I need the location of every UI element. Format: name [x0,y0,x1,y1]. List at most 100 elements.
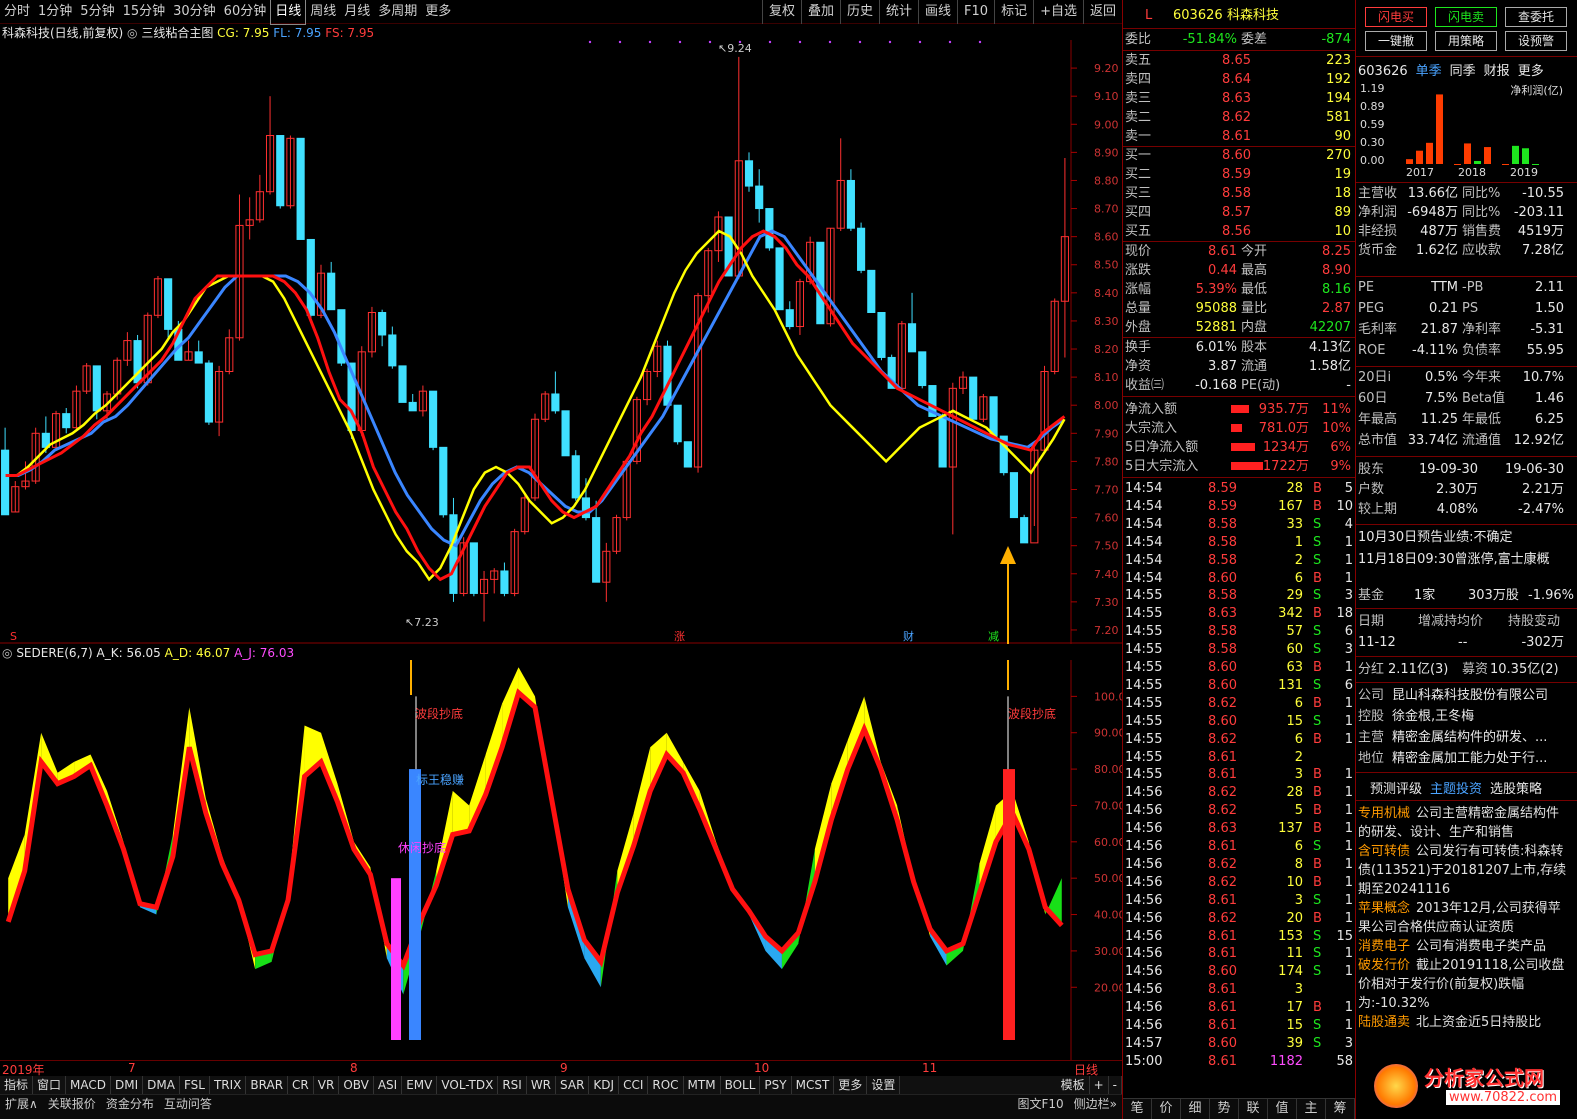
indicator-tab[interactable]: OBV [339,1076,374,1094]
quote-tab[interactable]: 笔 [1123,1099,1152,1119]
indicator-tab[interactable]: DMI [111,1076,144,1094]
signal-dot [948,40,952,44]
theme-tag[interactable]: 专用机械 [1358,806,1410,821]
quote-tab[interactable]: 主 [1297,1099,1326,1119]
template-icon[interactable]: ◎ [127,26,137,40]
toolbar-button[interactable]: 统计 [879,0,918,24]
indicator-tab[interactable]: EMV [402,1076,438,1094]
bottom-tab[interactable]: 关联报价 [43,1095,101,1119]
research-tab[interactable]: 选股策略 [1490,782,1542,797]
theme-tag[interactable]: 陆股通卖 [1358,1015,1410,1030]
bottom-right-button[interactable]: 图文F10 [1012,1095,1068,1119]
theme-tag[interactable]: 破发行价 [1358,958,1410,973]
period-tab[interactable]: 15分钟 [119,0,170,24]
candle-body [276,135,285,207]
indicator-tab[interactable]: BOLL [721,1076,761,1094]
toolbar-button[interactable]: 返回 [1082,0,1122,24]
indicator-tab[interactable]: RSI [498,1076,527,1094]
bottom-tab[interactable]: 扩展∧ [0,1095,43,1119]
trade-button[interactable]: 一键撤 [1365,31,1427,51]
theme-tag[interactable]: 苹果概念 [1358,901,1410,916]
toolbar-button[interactable]: +自选 [1033,0,1083,24]
indicator-tab[interactable]: MACD [66,1076,112,1094]
indicator-tab[interactable]: VR [314,1076,340,1094]
period-tab[interactable]: 月线 [340,0,374,24]
period-tab[interactable]: 更多 [421,0,455,24]
indicator-tab[interactable]: VOL-TDX [437,1076,499,1094]
trade-button[interactable]: 闪电卖 [1435,7,1497,27]
quote-tab[interactable]: 联 [1239,1099,1268,1119]
period-tab[interactable]: 5分钟 [76,0,118,24]
template-button[interactable]: + [1090,1076,1109,1094]
research-tab[interactable]: 主题投资 [1430,782,1482,797]
tick-side: S [1313,516,1322,532]
indicator-tab[interactable]: ASI [374,1076,403,1094]
template-button[interactable]: 模板 [1057,1076,1090,1094]
indicator-menu-icon[interactable]: ◎ [2,646,12,660]
quote-tab[interactable]: 值 [1268,1099,1297,1119]
period-tab[interactable]: 60分钟 [220,0,271,24]
template-button[interactable]: - [1109,1076,1122,1094]
indicator-tab[interactable]: 更多 [834,1076,868,1094]
theme-tag[interactable]: 含可转债 [1358,844,1410,859]
indicator-tab[interactable]: BRAR [246,1076,289,1094]
f10-tab[interactable]: 单季 [1416,64,1442,79]
tick-side: S [1313,928,1322,944]
tick-row: 14:55 8.61 2 [1123,748,1355,767]
toolbar-button[interactable]: 标记 [994,0,1033,24]
indicator-tab[interactable]: FSL [180,1076,210,1094]
indicator-tab[interactable]: MCST [792,1076,835,1094]
fin-label: 净利润 [1358,205,1398,220]
period-tab[interactable]: 周线 [306,0,340,24]
toolbar-button[interactable]: 历史 [839,0,879,24]
val-row: PEG 0.21 PS 1.50 [1358,299,1576,318]
stat-value: 8.25 [1322,244,1351,259]
quote-tab[interactable]: 细 [1181,1099,1210,1119]
f10-tab[interactable]: 财报 [1484,64,1510,79]
toolbar-button[interactable]: F10 [957,0,994,24]
f10-tab[interactable]: 同季 [1450,64,1476,79]
trade-button[interactable]: 用策略 [1435,31,1497,51]
quote-tab[interactable]: 价 [1152,1099,1181,1119]
indicator-tab[interactable]: MTM [684,1076,721,1094]
period-tab[interactable]: 多周期 [374,0,421,24]
theme-tag[interactable]: 消费电子 [1358,939,1410,954]
indicator-name[interactable]: SEDERE(6,7) [16,646,92,660]
indicator-tab[interactable]: KDJ [589,1076,620,1094]
period-tab[interactable]: 分时 [0,0,34,24]
indicator-tab[interactable]: DMA [143,1076,180,1094]
indicator-chart[interactable]: 100.0 90.00 80.00 70.00 60.00 50.00 40.00 30.00… [0,660,1122,1060]
indicator-tab[interactable]: CR [288,1076,314,1094]
trade-button[interactable]: 闪电买 [1365,7,1427,27]
indicator-tab[interactable]: TRIX [210,1076,247,1094]
bottom-right-button[interactable]: 侧边栏» [1069,1095,1122,1119]
indicator-tab[interactable]: SAR [556,1076,590,1094]
toolbar-button[interactable]: 叠加 [800,0,840,24]
research-tab[interactable]: 预测评级 [1370,782,1422,797]
indicator-tab[interactable]: ROC [648,1076,684,1094]
indicator-d: A_D: 46.07 [164,646,231,660]
trade-button[interactable]: 设预警 [1505,31,1567,51]
indicator-tab[interactable]: 指标 [0,1076,34,1094]
stat-label: 最低 [1241,282,1268,297]
quote-tab[interactable]: 势 [1210,1099,1239,1119]
indicator-tab[interactable]: 设置 [867,1076,901,1094]
period-tab[interactable]: 30分钟 [169,0,220,24]
indicator-tab[interactable]: CCI [619,1076,649,1094]
indicator-tab[interactable]: 窗口 [33,1076,67,1094]
indicator-tab[interactable]: WR [527,1076,557,1094]
candlestick-chart[interactable]: 9.20 9.10 9.00 8.90 8.80 8.70 8.60 8.50 8.40 8.30… [0,40,1122,644]
quote-tab[interactable]: 筹 [1326,1099,1355,1119]
template-name[interactable]: 三线粘合主图 [141,26,213,40]
period-tab[interactable]: 日线 [270,0,307,25]
bottom-tab[interactable]: 资金分布 [101,1095,159,1119]
toolbar-button[interactable]: 复权 [761,0,801,24]
flower-icon [1374,1064,1418,1108]
f10-tab[interactable]: 更多 [1518,64,1544,79]
trade-button[interactable]: 查委托 [1505,7,1567,27]
stat-row: 外盘 52881 内盘 42207 [1123,318,1355,337]
indicator-tab[interactable]: PSY [760,1076,792,1094]
bottom-tab[interactable]: 互动问答 [159,1095,217,1119]
period-tab[interactable]: 1分钟 [34,0,76,24]
toolbar-button[interactable]: 画线 [918,0,957,24]
